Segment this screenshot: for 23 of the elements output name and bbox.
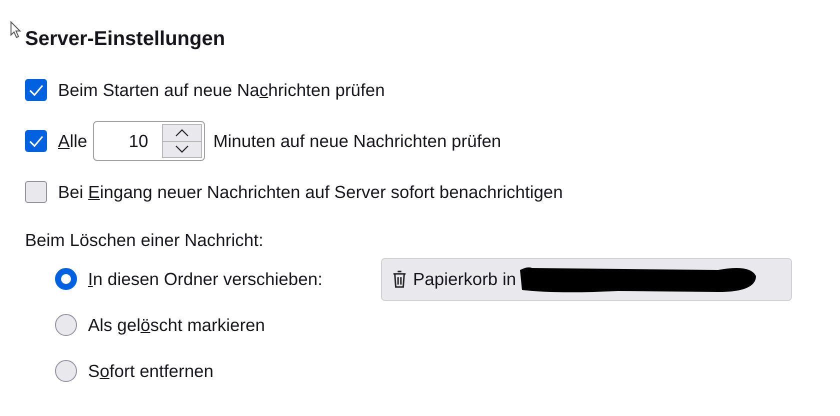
checkbox[interactable]	[25, 130, 47, 152]
checkbox[interactable]	[25, 181, 47, 203]
option-label[interactable]: Bei Eingang neuer Nachrichten auf Server sofort benachrichtigen	[58, 182, 563, 202]
mouse-cursor-icon	[10, 21, 22, 39]
option-label[interactable]: Als gelöscht markieren	[88, 314, 266, 334]
radio-button[interactable]	[55, 268, 77, 290]
chevron-down-icon	[174, 144, 190, 154]
spin-down-button[interactable]	[162, 142, 202, 158]
radio-button[interactable]	[55, 360, 77, 382]
option-label[interactable]: Beim Starten auf neue Nachrichten prüfen	[58, 80, 385, 100]
option-label[interactable]: Sofort entfernen	[88, 360, 214, 380]
group-label: Beim Löschen einer Nachricht:	[25, 229, 264, 252]
checkbox[interactable]	[25, 79, 47, 101]
option-label[interactable]: Alle	[58, 130, 88, 152]
chevron-up-icon	[174, 128, 190, 138]
spin-up-button[interactable]	[162, 124, 202, 142]
number-field[interactable]: 10	[93, 121, 206, 161]
radio-button[interactable]	[55, 314, 77, 336]
trash-can-icon	[392, 270, 407, 288]
option-label[interactable]: In diesen Ordner verschieben:	[88, 268, 322, 288]
folder-picker-button[interactable]: Papierkorb in	[381, 258, 792, 300]
section-heading: Server-Einstellungen	[25, 27, 226, 52]
option-label: Minuten auf neue Nachrichten prüfen	[213, 130, 502, 152]
